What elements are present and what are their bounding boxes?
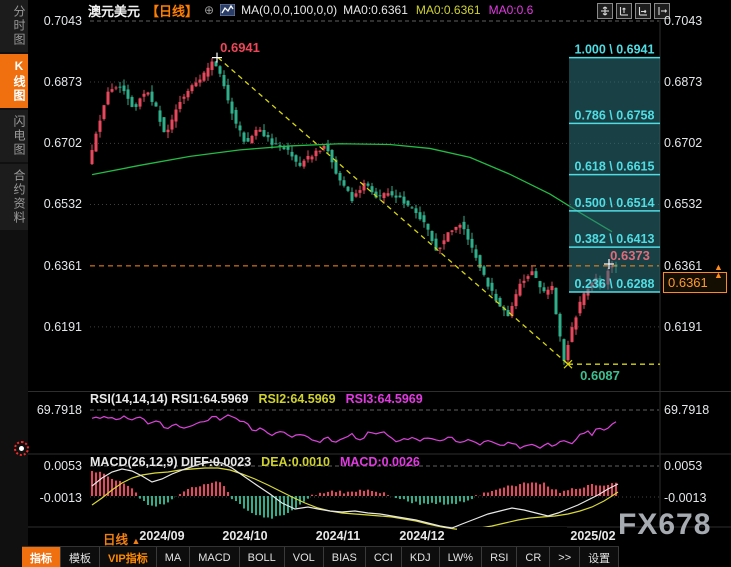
chart-tool-icons — [597, 3, 670, 19]
price-annotation: 0.6373 — [610, 248, 650, 263]
x-axis-label: 2025/02 — [570, 529, 615, 543]
sidebar-item-合约资料[interactable]: 合约资料 — [0, 164, 28, 230]
toolbar-item-KDJ[interactable]: KDJ — [402, 547, 440, 567]
y-axis-label: 69.7918 — [664, 403, 726, 417]
toolbar-item->>[interactable]: >> — [550, 547, 580, 567]
indicator-value-label: MACD(26,12,9) DIFF:0.0023 — [90, 455, 251, 469]
y-axis-label: 0.6702 — [30, 136, 82, 150]
y-axis-label: 0.7043 — [664, 14, 726, 28]
toolbar-item-BIAS[interactable]: BIAS — [324, 547, 366, 567]
x-axis-label: 2024/11 — [316, 529, 361, 543]
y-axis-label: 0.6361 — [30, 259, 82, 273]
y-axis-label: -0.0013 — [664, 491, 726, 505]
x-axis-scale-icon[interactable] — [635, 3, 651, 19]
symbol-title: 澳元美元 — [88, 1, 140, 20]
price-annotation: 0.6087 — [580, 368, 620, 383]
toolbar-item-MA[interactable]: MA — [157, 547, 191, 567]
y-axis-scale-icon[interactable] — [616, 3, 632, 19]
y-axis-label: 69.7918 — [30, 403, 82, 417]
ma-settings-label: MA(0,0,0,100,0,0) — [241, 3, 337, 17]
toolbar-item-VOL[interactable]: VOL — [285, 547, 324, 567]
y-axis-label: 0.0053 — [30, 459, 82, 473]
trading-app-window: 1.000 \ 0.6941 0.786 \ 0.6758 0.618 \ 0.66… — [0, 0, 731, 567]
rsi-line — [92, 415, 616, 448]
x-axis-label: 2024/12 — [399, 529, 444, 543]
ma-value: MA0:0.6361 — [343, 3, 408, 17]
price-annotation: 0.6941 — [220, 40, 260, 55]
chart-canvas: 1.000 \ 0.6941 0.786 \ 0.6758 0.618 \ 0.66… — [0, 0, 731, 567]
toolbar-item-CCI[interactable]: CCI — [366, 547, 402, 567]
indicator-value-label: MACD:0.0026 — [340, 455, 420, 469]
toolbar-item-模板[interactable]: 模板 — [61, 547, 100, 567]
macd-dea-line — [92, 468, 618, 530]
blacked-out-label — [457, 527, 567, 546]
svg-text:0.500 \ 0.6514: 0.500 \ 0.6514 — [575, 196, 655, 210]
indicator-value-label: RSI2:64.5969 — [258, 392, 335, 406]
left-sidebar: 分时图K线图闪电图合约资料 — [0, 0, 28, 567]
svg-text:0.618 \ 0.6615: 0.618 \ 0.6615 — [575, 160, 655, 174]
line-chart-icon — [220, 4, 235, 16]
candlestick-series — [91, 58, 618, 365]
y-axis-label: 0.6191 — [664, 320, 726, 334]
x-axis-label: 2024/10 — [222, 529, 267, 543]
indicator-value-label: DEA:0.0010 — [261, 455, 330, 469]
toolbar-item-BOLL[interactable]: BOLL — [240, 547, 285, 567]
y-axis-label: 0.6191 — [30, 320, 82, 334]
add-indicator-icon[interactable]: ⊕ — [204, 3, 214, 17]
ma-values: MA0:0.6361 MA0:0.6361 MA0:0.6 — [343, 3, 541, 17]
anchor-markers — [212, 53, 614, 369]
settings-marker-icon[interactable] — [14, 441, 29, 456]
indicator-value-label: RSI3:64.5969 — [346, 392, 423, 406]
bottom-toolbar: 指标模板VIP指标MAMACDBOLLVOLBIASCCIKDJLW%RSICR… — [22, 546, 619, 567]
toolbar-item-VIP指标[interactable]: VIP指标 — [100, 547, 157, 567]
svg-text:0.236 \ 0.6288: 0.236 \ 0.6288 — [575, 277, 655, 291]
y-axis-label: 0.6532 — [664, 197, 726, 211]
toolbar-item-MACD[interactable]: MACD — [190, 547, 239, 567]
y-axis-label: 0.6702 — [664, 136, 726, 150]
y-axis-label: 0.7043 — [30, 14, 82, 28]
macd-header: MACD(26,12,9) DIFF:0.0023 DEA:0.0010 MACD:… — [90, 455, 430, 469]
rsi-header: RSI(14,14,14) RSI1:64.5969 RSI2:64.5969 RS… — [90, 392, 433, 406]
sidebar-item-分时图[interactable]: 分时图 — [0, 0, 28, 52]
sidebar-item-K线图[interactable]: K线图 — [0, 54, 28, 108]
y-axis-label: 0.0053 — [664, 459, 726, 473]
crosshair-icon[interactable] — [597, 3, 613, 19]
indicator-value-label: RSI(14,14,14) RSI1:64.5969 — [90, 392, 248, 406]
y-axis-label: 0.6873 — [30, 75, 82, 89]
watermark: FX678 — [618, 508, 711, 542]
toolbar-item-RSI[interactable]: RSI — [482, 547, 517, 567]
sidebar-item-闪电图[interactable]: 闪电图 — [0, 110, 28, 162]
x-axis-label: 2024/09 — [139, 529, 184, 543]
ma-value: MA0:0.6361 — [416, 3, 481, 17]
ma-value: MA0:0.6 — [489, 3, 534, 17]
svg-text:1.000 \ 0.6941: 1.000 \ 0.6941 — [575, 43, 655, 57]
chart-header: 澳元美元 【日线】 ⊕ MA(0,0,0,100,0,0) MA0:0.6361… — [88, 1, 541, 19]
svg-text:0.382 \ 0.6413: 0.382 \ 0.6413 — [575, 232, 655, 246]
toolbar-item-CR[interactable]: CR — [517, 547, 550, 567]
chevron-up-icon: ▲ — [132, 536, 141, 546]
toolbar-item-LW%[interactable]: LW% — [440, 547, 482, 567]
toolbar-item-设置[interactable]: 设置 — [580, 547, 619, 567]
period-tag: 【日线】 — [146, 1, 198, 20]
y-axis-label: -0.0013 — [30, 491, 82, 505]
toolbar-item-指标[interactable]: 指标 — [22, 547, 61, 567]
svg-text:0.786 \ 0.6758: 0.786 \ 0.6758 — [575, 108, 655, 122]
y-axis-label: 0.6532 — [30, 197, 82, 211]
price-arrow-icon: ▲▲ — [714, 263, 723, 279]
y-axis-label: 0.6873 — [664, 75, 726, 89]
